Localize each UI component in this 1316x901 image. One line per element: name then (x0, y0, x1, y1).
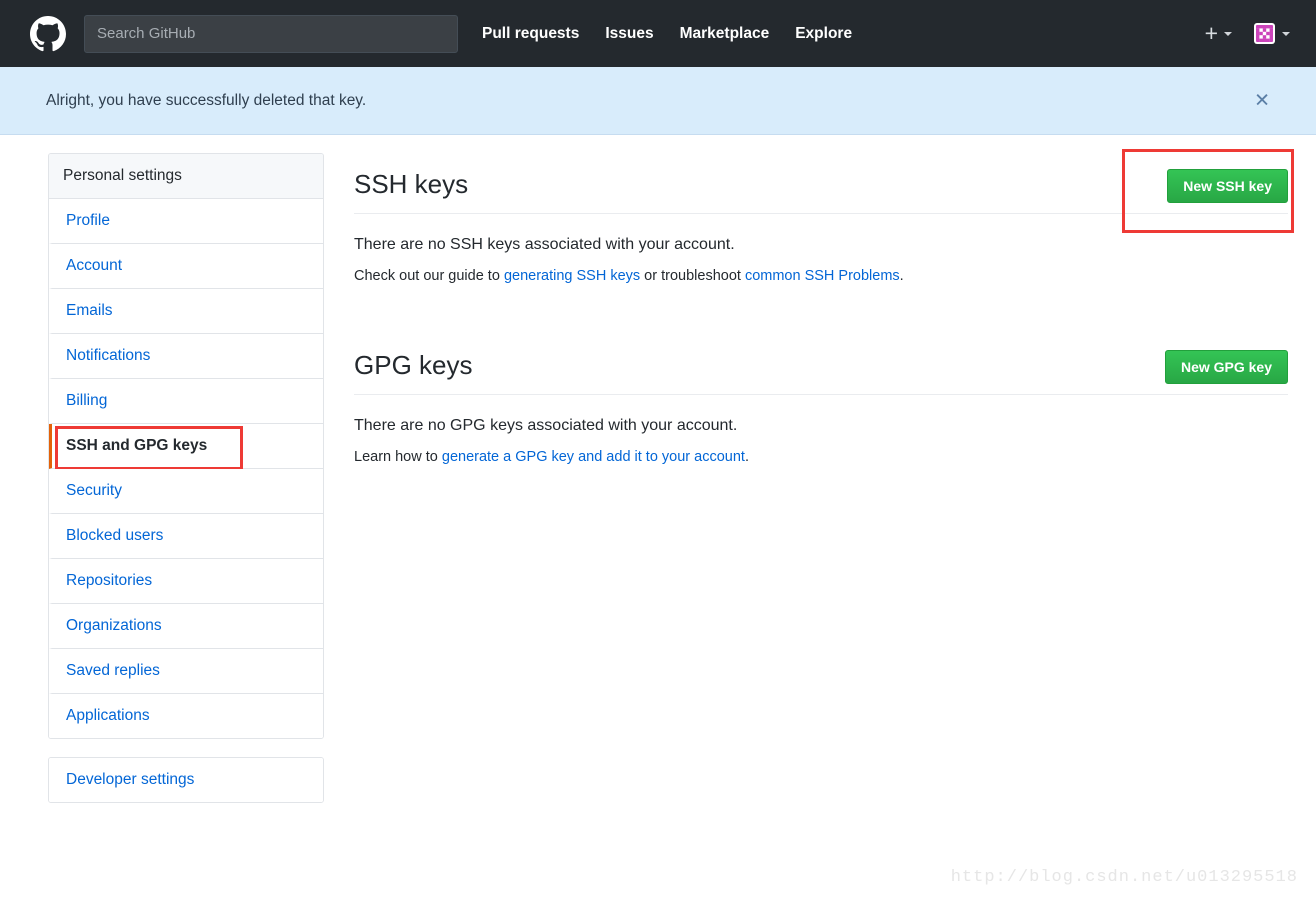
ssh-keys-hint: Check out our guide to generating SSH ke… (354, 268, 1288, 284)
new-ssh-key-button-wrap: New SSH key (1167, 155, 1288, 203)
sidebar-item-security[interactable]: Security (49, 469, 323, 514)
flash-message: Alright, you have successfully deleted t… (0, 67, 1316, 135)
close-icon[interactable]: ✕ (1248, 90, 1276, 111)
sidebar-item-organizations[interactable]: Organizations (49, 604, 323, 649)
chevron-down-icon (1282, 32, 1290, 36)
sidebar-item-notifications[interactable]: Notifications (49, 334, 323, 379)
common-ssh-problems-link[interactable]: common SSH Problems (745, 268, 900, 284)
generate-gpg-key-link[interactable]: generate a GPG key and add it to your ac… (442, 449, 745, 465)
ssh-hint-prefix: Check out our guide to (354, 268, 504, 284)
ssh-keys-title: SSH keys (354, 155, 468, 200)
flash-message-text: Alright, you have successfully deleted t… (46, 92, 366, 110)
settings-sidebar: Personal settings Profile Account Emails… (48, 153, 324, 803)
account-menu[interactable] (1254, 23, 1290, 44)
sidebar-item-profile[interactable]: Profile (49, 199, 323, 244)
gpg-keys-hint: Learn how to generate a GPG key and add … (354, 449, 1288, 465)
gpg-keys-empty-message: There are no GPG keys associated with yo… (354, 417, 1288, 435)
nav-link-pull-requests[interactable]: Pull requests (482, 25, 579, 43)
watermark-text: http://blog.csdn.net/u013295518 (951, 868, 1298, 887)
sidebar-item-repositories[interactable]: Repositories (49, 559, 323, 604)
user-avatar-identicon (1254, 23, 1275, 44)
plus-icon: + (1205, 22, 1218, 45)
ssh-keys-empty-message: There are no SSH keys associated with yo… (354, 236, 1288, 254)
section-spacer (354, 284, 1288, 336)
personal-settings-card: Personal settings Profile Account Emails… (48, 153, 324, 739)
page-content: Personal settings Profile Account Emails… (0, 135, 1316, 803)
global-header: Pull requests Issues Marketplace Explore… (0, 0, 1316, 67)
search-input[interactable] (84, 15, 458, 53)
sidebar-item-blocked-users[interactable]: Blocked users (49, 514, 323, 559)
settings-main: SSH keys New SSH key There are no SSH ke… (354, 153, 1288, 465)
gpg-keys-section-header: GPG keys New GPG key (354, 336, 1288, 395)
nav-link-marketplace[interactable]: Marketplace (680, 25, 770, 43)
create-new-menu[interactable]: + (1205, 22, 1232, 45)
generating-ssh-keys-link[interactable]: generating SSH keys (504, 268, 640, 284)
github-mark-icon[interactable] (30, 16, 66, 52)
ssh-hint-middle: or troubleshoot (640, 268, 745, 284)
ssh-hint-suffix: . (900, 268, 904, 284)
nav-link-issues[interactable]: Issues (605, 25, 653, 43)
nav-link-explore[interactable]: Explore (795, 25, 852, 43)
gpg-hint-prefix: Learn how to (354, 449, 442, 465)
sidebar-item-developer-settings[interactable]: Developer settings (49, 758, 323, 802)
new-ssh-key-button[interactable]: New SSH key (1167, 169, 1288, 203)
sidebar-item-emails[interactable]: Emails (49, 289, 323, 334)
sidebar-item-account[interactable]: Account (49, 244, 323, 289)
sidebar-heading: Personal settings (49, 154, 323, 199)
ssh-keys-section-header: SSH keys New SSH key (354, 155, 1288, 214)
header-nav: Pull requests Issues Marketplace Explore (482, 25, 878, 43)
developer-settings-card: Developer settings (48, 757, 324, 803)
sidebar-item-ssh-and-gpg-keys[interactable]: SSH and GPG keys (49, 424, 323, 469)
new-gpg-key-button[interactable]: New GPG key (1165, 350, 1288, 384)
page-root: Pull requests Issues Marketplace Explore… (0, 0, 1316, 901)
sidebar-item-applications[interactable]: Applications (49, 694, 323, 738)
new-gpg-key-button-wrap: New GPG key (1165, 336, 1288, 384)
gpg-keys-title: GPG keys (354, 336, 472, 381)
chevron-down-icon (1224, 32, 1232, 36)
sidebar-item-billing[interactable]: Billing (49, 379, 323, 424)
sidebar-item-saved-replies[interactable]: Saved replies (49, 649, 323, 694)
header-right-actions: + (1205, 0, 1290, 67)
gpg-hint-suffix: . (745, 449, 749, 465)
